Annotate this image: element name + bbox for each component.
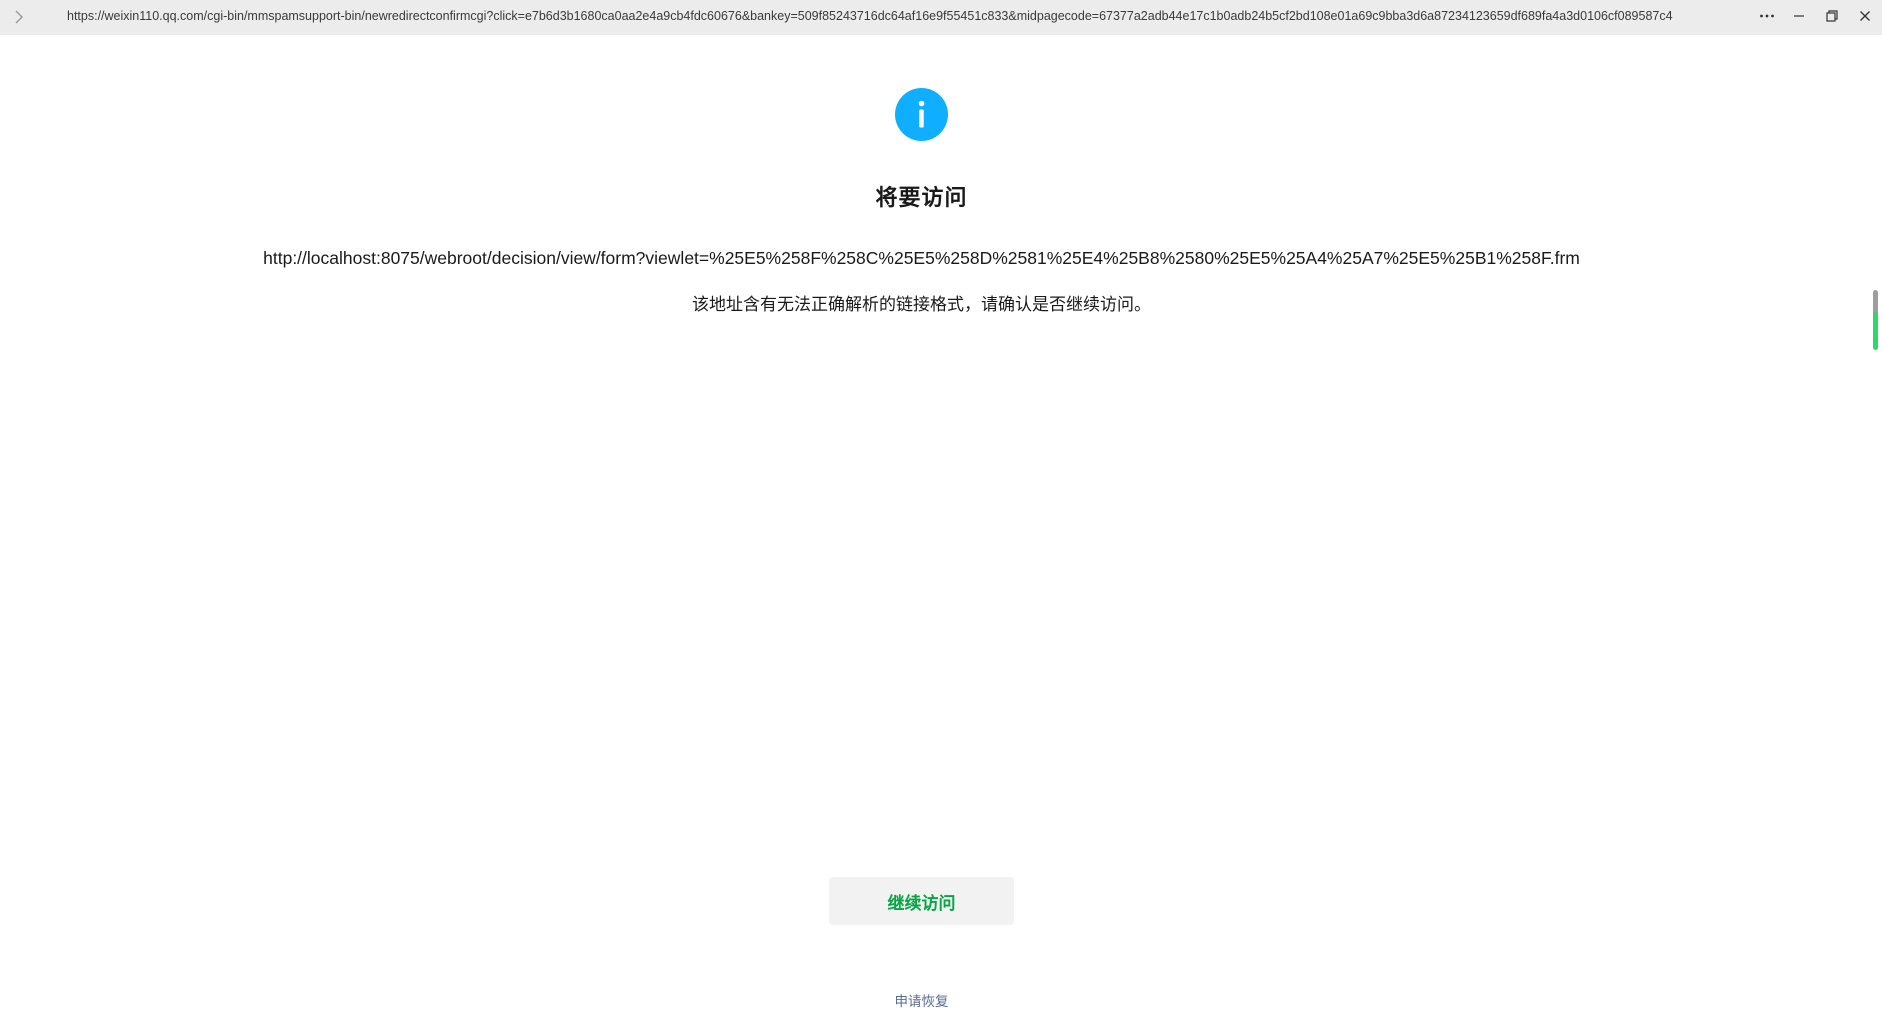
page-title: 将要访问 [875,185,968,210]
warning-message: 该地址含有无法正确解析的链接格式，请确认是否继续访问。 [692,295,1151,314]
target-url-text: http://localhost:8075/webroot/decision/v… [263,248,1580,268]
close-icon [1860,11,1870,21]
browser-title-bar: https://weixin110.qq.com/cgi-bin/mmspams… [0,0,1882,35]
restore-window-button[interactable] [1815,0,1849,32]
scroll-indicator[interactable] [1873,290,1878,350]
restore-window-icon [1826,10,1838,22]
info-icon [895,88,948,141]
continue-visit-button[interactable]: 继续访问 [829,877,1014,925]
minimize-icon [1794,15,1804,17]
more-options-button[interactable] [1750,0,1784,32]
address-bar-url[interactable]: https://weixin110.qq.com/cgi-bin/mmspams… [67,0,1741,35]
forward-button[interactable] [8,6,30,28]
more-horizontal-icon [1760,14,1774,18]
close-window-button[interactable] [1848,0,1882,32]
minimize-button[interactable] [1782,0,1816,32]
request-restore-link[interactable]: 申请恢复 [0,990,1843,1010]
chevron-right-icon [15,10,23,24]
